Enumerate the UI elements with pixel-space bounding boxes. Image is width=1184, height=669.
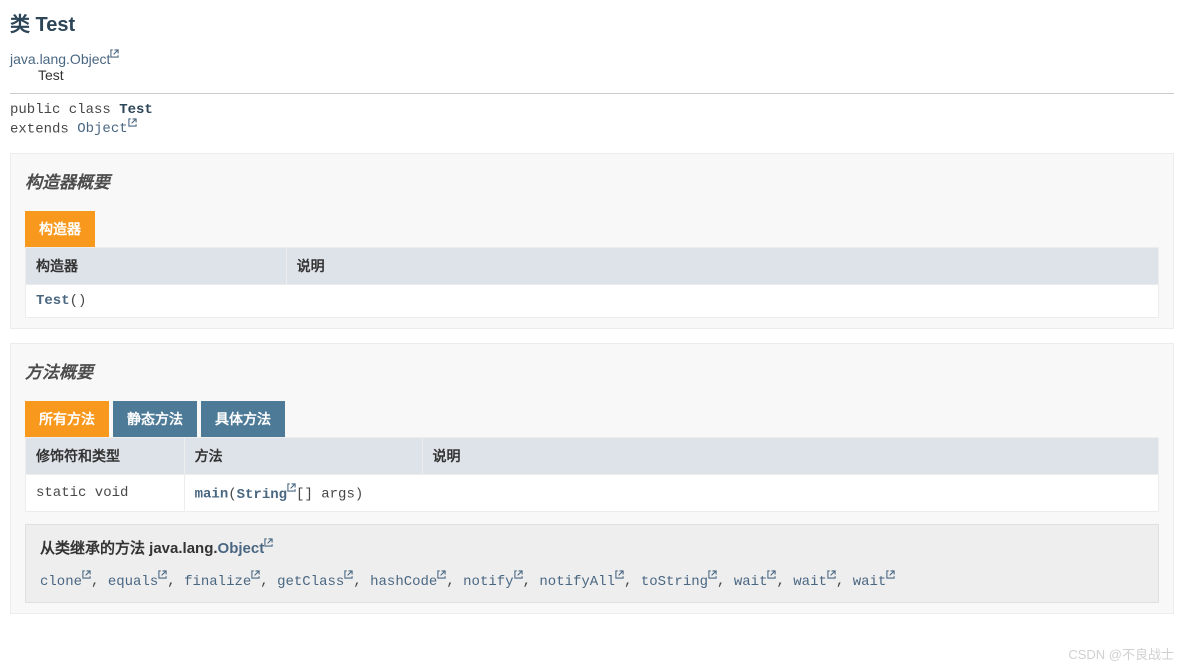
external-link-icon (158, 570, 167, 579)
external-link-icon (767, 570, 776, 579)
inherited-method-link[interactable]: equals (108, 574, 167, 590)
table-row: static voidmain(String[] args) (26, 475, 1159, 512)
inherited-method-link[interactable]: wait (853, 574, 896, 590)
inherited-method-list: clone, equals, finalize, getClass, hashC… (40, 570, 1144, 590)
external-link-icon (344, 570, 353, 579)
inheritance-parent-link[interactable]: java.lang.Object (10, 51, 119, 67)
class-signature: public class Test extends Object (10, 102, 1174, 138)
method-table: 修饰符和类型 方法 说明 static voidmain(String[] ar… (25, 437, 1159, 512)
inheritance-child: Test (38, 67, 1174, 83)
col-desc: 说明 (422, 438, 1158, 475)
signature-extends-kw: extends (10, 121, 77, 137)
watermark: CSDN @不良战士 (1068, 644, 1174, 663)
inherited-method-link[interactable]: notifyAll (539, 574, 624, 590)
constructor-link[interactable]: Test (36, 293, 70, 309)
table-row: Test() (26, 285, 1159, 318)
external-link-icon (82, 570, 91, 579)
inherited-method-link[interactable]: wait (793, 574, 836, 590)
external-link-icon (514, 570, 523, 579)
external-link-icon (128, 118, 137, 127)
inherited-methods-block: 从类继承的方法 java.lang.Object clone, equals, … (25, 524, 1159, 603)
external-link-icon (110, 49, 119, 58)
external-link-icon (827, 570, 836, 579)
signature-extends-link[interactable]: Object (77, 121, 136, 137)
constructor-table: 构造器 说明 Test() (25, 247, 1159, 318)
signature-modifiers: public class (10, 102, 119, 118)
col-constructor: 构造器 (26, 248, 287, 285)
col-desc: 说明 (286, 248, 1158, 285)
inherited-method-link[interactable]: clone (40, 574, 91, 590)
inherited-method-link[interactable]: wait (734, 574, 777, 590)
inherited-method-link[interactable]: finalize (184, 574, 260, 590)
inherited-class-link[interactable]: Object (218, 540, 274, 557)
constructor-tab[interactable]: 构造器 (25, 211, 95, 247)
method-section-title: 方法概要 (25, 358, 1159, 383)
external-link-icon (437, 570, 446, 579)
inherited-method-link[interactable]: toString (641, 574, 717, 590)
inheritance-tree: java.lang.Object Test (10, 49, 1174, 83)
constructor-summary-section: 构造器概要 构造器 构造器 说明 Test() (10, 153, 1174, 329)
inherited-method-link[interactable]: getClass (277, 574, 353, 590)
external-link-icon (886, 570, 895, 579)
signature-class-name: Test (119, 102, 153, 118)
external-link-icon (287, 483, 296, 492)
inherited-title: 从类继承的方法 java.lang.Object (40, 537, 1144, 558)
page-title: 类 Test (10, 8, 1174, 37)
param-type-link[interactable]: String (237, 487, 296, 503)
constructor-tabs: 构造器 (25, 211, 1159, 247)
method-tabs: 所有方法静态方法具体方法 (25, 401, 1159, 437)
constructor-section-title: 构造器概要 (25, 168, 1159, 193)
method-tab[interactable]: 所有方法 (25, 401, 109, 437)
separator (10, 93, 1174, 94)
col-method: 方法 (184, 438, 422, 475)
col-modifier: 修饰符和类型 (26, 438, 185, 475)
external-link-icon (708, 570, 717, 579)
inheritance-parent-text: java.lang.Object (10, 51, 110, 67)
external-link-icon (264, 538, 273, 547)
method-tab[interactable]: 静态方法 (113, 401, 197, 437)
inherited-method-link[interactable]: hashCode (370, 574, 446, 590)
external-link-icon (615, 570, 624, 579)
external-link-icon (251, 570, 260, 579)
method-link[interactable]: main (195, 487, 229, 503)
method-summary-section: 方法概要 所有方法静态方法具体方法 修饰符和类型 方法 说明 static vo… (10, 343, 1174, 613)
inherited-method-link[interactable]: notify (463, 574, 522, 590)
method-tab[interactable]: 具体方法 (201, 401, 285, 437)
